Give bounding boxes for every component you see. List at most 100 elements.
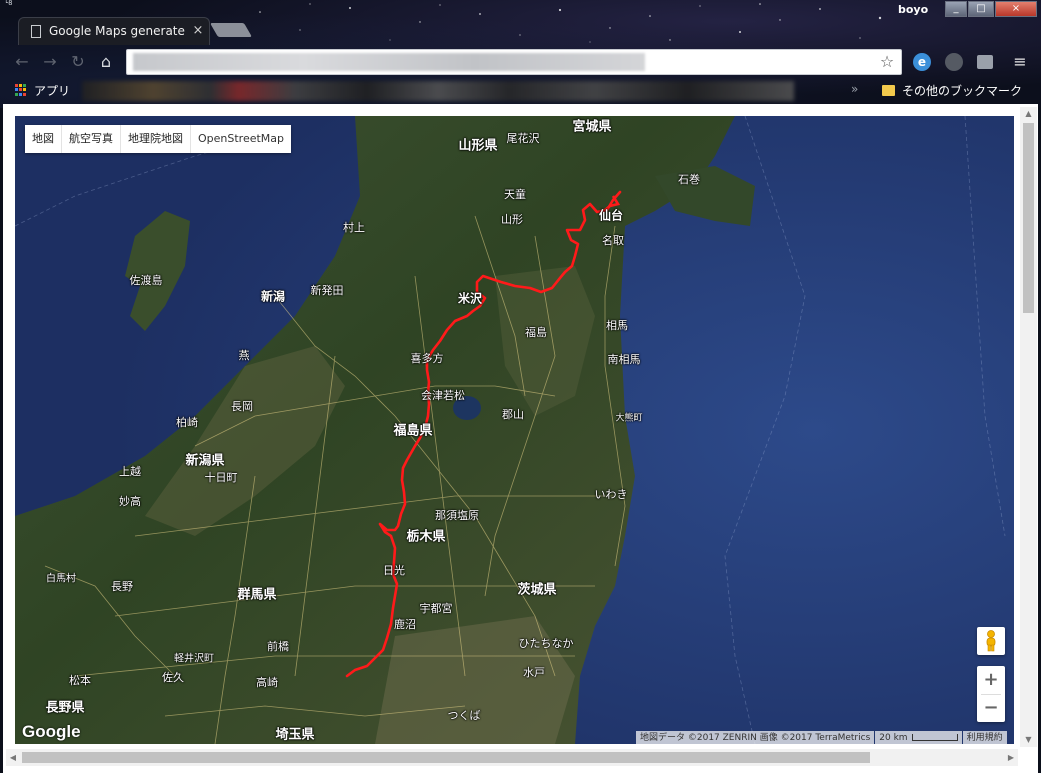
vertical-scroll-thumb[interactable] (1023, 123, 1034, 313)
map-label: 前橋 (267, 640, 289, 653)
map-label: 十日町 (204, 471, 238, 484)
map-label: 新潟県 (185, 453, 225, 469)
map-label: 長岡 (231, 400, 253, 413)
map-label: 松本 (69, 674, 91, 687)
extension-square-icon[interactable] (977, 55, 993, 69)
map-label: 福島 (525, 326, 547, 339)
zoom-in-button[interactable]: + (977, 666, 1005, 694)
extension-e-icon[interactable]: e (913, 53, 931, 71)
map-label: いわき (594, 488, 628, 501)
browser-chrome: └8 Google Maps generate × boyo _ □ × ← →… (0, 0, 1041, 108)
scroll-down-icon[interactable]: ▼ (1020, 733, 1037, 747)
scroll-right-icon[interactable]: ▶ (1004, 749, 1018, 766)
map-label: 天童 (504, 188, 526, 201)
scale-control[interactable]: 20 km (875, 731, 962, 744)
map-label: 栃木県 (406, 529, 446, 545)
page-viewport: 地図 航空写真 地理院地図 OpenStreetMap 山形県 宮城県 福島県 … (3, 104, 1038, 773)
map-type-roadmap[interactable]: 地図 (25, 125, 62, 153)
tab-active[interactable]: Google Maps generate × (18, 17, 210, 45)
scale-label: 20 km (879, 733, 908, 743)
map-label: 燕 (238, 349, 250, 362)
folder-icon (882, 85, 895, 96)
map-canvas[interactable]: 地図 航空写真 地理院地図 OpenStreetMap 山形県 宮城県 福島県 … (15, 116, 1014, 744)
terms-link[interactable]: 利用規約 (962, 731, 1007, 744)
bookmark-star-icon[interactable]: ☆ (877, 52, 897, 72)
window-minimize-button[interactable]: _ (945, 1, 967, 17)
tab-close-icon[interactable]: × (191, 23, 205, 39)
map-attribution: 地図データ ©2017 ZENRIN 画像 ©2017 TerraMetrics… (636, 731, 1008, 744)
map-label: 名取 (602, 234, 624, 247)
map-label: 南相馬 (607, 353, 641, 366)
map-label: 喜多方 (410, 352, 444, 365)
reload-icon[interactable]: ↻ (68, 52, 88, 72)
map-label: 日光 (383, 564, 405, 577)
map-label: 上越 (119, 465, 141, 478)
scroll-left-icon[interactable]: ◀ (6, 749, 20, 766)
map-label: 村上 (343, 221, 365, 234)
bookmarks-bar: アプリ » その他のブックマーク (0, 79, 1041, 102)
tab-title: Google Maps generate (49, 24, 185, 38)
map-label: 会津若松 (421, 389, 465, 402)
browser-toolbar: ← → ↻ ⌂ ☆ e ≡ (0, 45, 1041, 79)
map-label: 茨城県 (517, 582, 557, 598)
pegman-icon[interactable] (977, 627, 1005, 655)
map-label: 宮城県 (572, 119, 612, 135)
map-label: 郡山 (502, 408, 524, 421)
window-maximize-button[interactable]: □ (968, 1, 994, 17)
map-label: 妙高 (119, 495, 141, 508)
new-tab-button[interactable] (209, 23, 253, 37)
map-label: 山形県 (458, 138, 498, 154)
extension-circle-icon[interactable] (945, 53, 963, 71)
other-bookmarks[interactable]: その他のブックマーク (902, 82, 1022, 99)
map-label: 長野県 (45, 700, 85, 716)
horizontal-scrollbar[interactable]: ◀ ▶ (6, 749, 1018, 766)
browser-menu-icon[interactable]: ≡ (1010, 52, 1030, 72)
map-label: 石巻 (678, 173, 700, 186)
blurred-bookmarks (82, 81, 794, 101)
page-favicon-icon (31, 25, 41, 38)
map-label: 柏崎 (176, 416, 198, 429)
map-label: 水戸 (523, 666, 545, 679)
map-label: 尾花沢 (506, 132, 540, 145)
vertical-scrollbar[interactable]: ▲ ▼ (1020, 107, 1037, 747)
window-close-button[interactable]: × (995, 1, 1037, 17)
apps-bookmark[interactable]: アプリ (34, 82, 70, 99)
zoom-control: + − (977, 666, 1005, 722)
apps-grid-icon[interactable] (15, 84, 27, 96)
back-icon[interactable]: ← (12, 52, 32, 72)
zoom-divider (981, 694, 1001, 695)
home-icon[interactable]: ⌂ (96, 52, 116, 72)
map-label: 高崎 (256, 676, 278, 689)
profile-name[interactable]: boyo (898, 3, 938, 17)
map-label: 那須塩原 (435, 509, 479, 522)
map-label: つくば (447, 709, 481, 722)
map-label: 米沢 (457, 291, 483, 306)
bookmarks-overflow-icon[interactable]: » (851, 82, 858, 96)
map-label: 佐久 (162, 671, 184, 684)
forward-icon[interactable]: → (40, 52, 60, 72)
window-corner-logo: └8 (4, 0, 13, 7)
map-label: 福島県 (393, 423, 433, 439)
zoom-out-button[interactable]: − (977, 694, 1005, 722)
map-label: 新潟 (260, 289, 286, 304)
map-type-control: 地図 航空写真 地理院地図 OpenStreetMap (25, 125, 292, 153)
map-label: 鹿沼 (394, 618, 416, 631)
map-type-gsi[interactable]: 地理院地図 (121, 125, 191, 153)
scroll-up-icon[interactable]: ▲ (1020, 107, 1037, 121)
address-bar[interactable]: ☆ (126, 49, 902, 75)
map-label: 新発田 (310, 284, 344, 297)
map-label: 長野 (111, 580, 133, 593)
address-input[interactable] (133, 53, 645, 71)
map-label: 相馬 (606, 319, 628, 332)
map-label: 軽井沢町 (174, 653, 214, 665)
map-label: 大熊町 (615, 413, 643, 424)
map-label: 埼玉県 (275, 727, 315, 743)
google-logo: Google (22, 722, 81, 741)
map-type-openstreetmap[interactable]: OpenStreetMap (191, 125, 292, 153)
map-label: ひたちなか (518, 637, 574, 650)
map-data-attribution: 地図データ ©2017 ZENRIN 画像 ©2017 TerraMetrics (636, 731, 875, 744)
horizontal-scroll-thumb[interactable] (22, 752, 870, 763)
map-type-satellite[interactable]: 航空写真 (62, 125, 121, 153)
map-label: 群馬県 (237, 587, 277, 603)
map-label: 宇都宮 (419, 602, 453, 615)
